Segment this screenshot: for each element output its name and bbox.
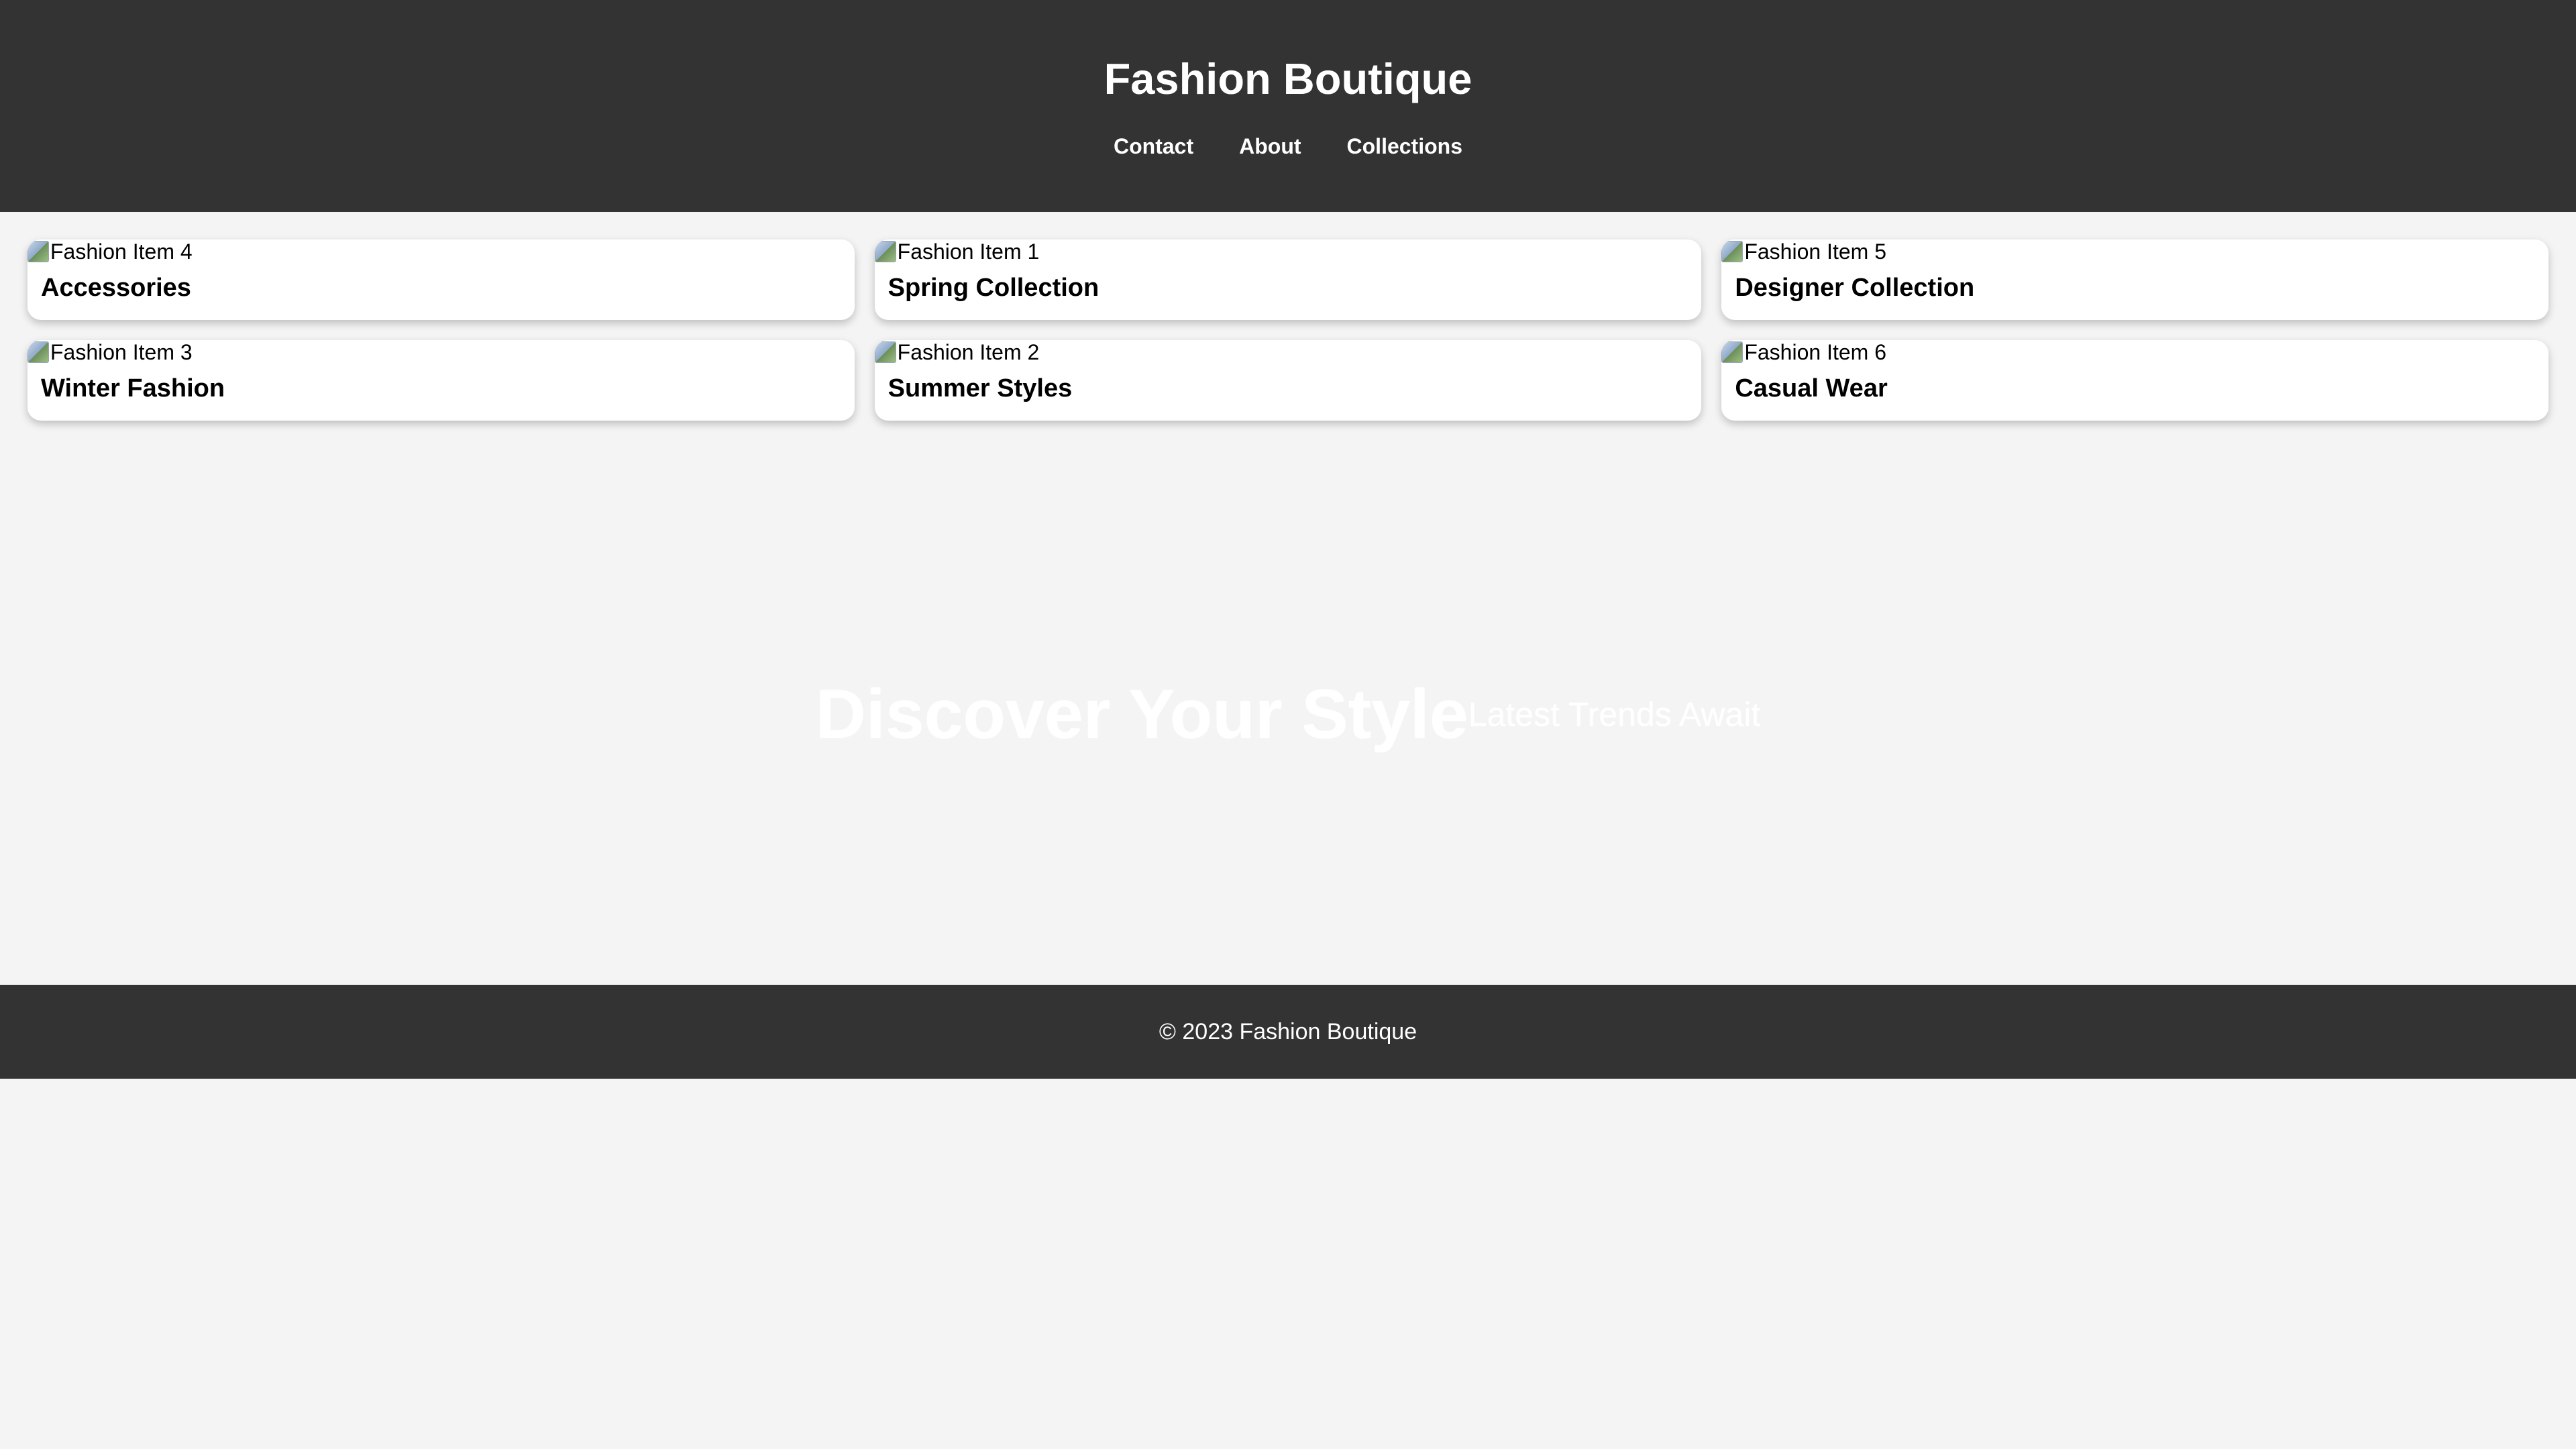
- card-image: Fashion Item 5: [1721, 239, 2548, 264]
- broken-image-icon: [1721, 341, 1743, 363]
- card-title: Spring Collection: [888, 274, 1099, 302]
- collection-card-designer[interactable]: Fashion Item 5 Designer Collection: [1721, 239, 2548, 320]
- collection-grid: Fashion Item 4 Accessories Fashion Item …: [28, 239, 2548, 421]
- hero-subtitle: Latest Trends Await: [1468, 696, 1761, 733]
- card-image: Fashion Item 1: [874, 239, 1702, 264]
- card-title: Designer Collection: [1735, 274, 1975, 302]
- main-nav: Contact About Collections: [0, 131, 2576, 161]
- collection-card-accessories[interactable]: Fashion Item 4 Accessories: [28, 239, 855, 320]
- collection-card-casual[interactable]: Fashion Item 6 Casual Wear: [1721, 340, 2548, 421]
- hero-section: Discover Your Style Latest Trends Await: [0, 671, 2576, 758]
- card-image-alt: Fashion Item 6: [1744, 340, 1886, 364]
- card-image: Fashion Item 3: [28, 340, 855, 364]
- site-header: Fashion Boutique Contact About Collectio…: [0, 0, 2576, 212]
- card-image: Fashion Item 4: [28, 239, 855, 264]
- nav-link-contact[interactable]: Contact: [1114, 131, 1193, 161]
- collection-card-winter[interactable]: Fashion Item 3 Winter Fashion: [28, 340, 855, 421]
- card-image-alt: Fashion Item 2: [897, 340, 1040, 364]
- card-image-alt: Fashion Item 3: [50, 340, 193, 364]
- nav-link-collections[interactable]: Collections: [1347, 131, 1462, 161]
- broken-image-icon: [874, 241, 896, 262]
- site-footer: © 2023 Fashion Boutique: [0, 985, 2576, 1079]
- card-image-alt: Fashion Item 4: [50, 239, 193, 264]
- card-title: Winter Fashion: [41, 374, 225, 402]
- card-image: Fashion Item 2: [874, 340, 1702, 364]
- collection-card-summer[interactable]: Fashion Item 2 Summer Styles: [874, 340, 1702, 421]
- card-title: Summer Styles: [888, 374, 1073, 402]
- broken-image-icon: [874, 341, 896, 363]
- card-image-alt: Fashion Item 1: [897, 239, 1040, 264]
- site-title: Fashion Boutique: [1104, 54, 1472, 103]
- footer-copyright: © 2023 Fashion Boutique: [1159, 1019, 1417, 1044]
- collection-card-spring[interactable]: Fashion Item 1 Spring Collection: [874, 239, 1702, 320]
- card-title: Casual Wear: [1735, 374, 1888, 402]
- broken-image-icon: [28, 241, 49, 262]
- nav-link-about[interactable]: About: [1239, 131, 1301, 161]
- broken-image-icon: [28, 341, 49, 363]
- card-image-alt: Fashion Item 5: [1744, 239, 1886, 264]
- broken-image-icon: [1721, 241, 1743, 262]
- card-title: Accessories: [41, 274, 191, 302]
- hero-title: Discover Your Style: [815, 676, 1468, 753]
- card-image: Fashion Item 6: [1721, 340, 2548, 364]
